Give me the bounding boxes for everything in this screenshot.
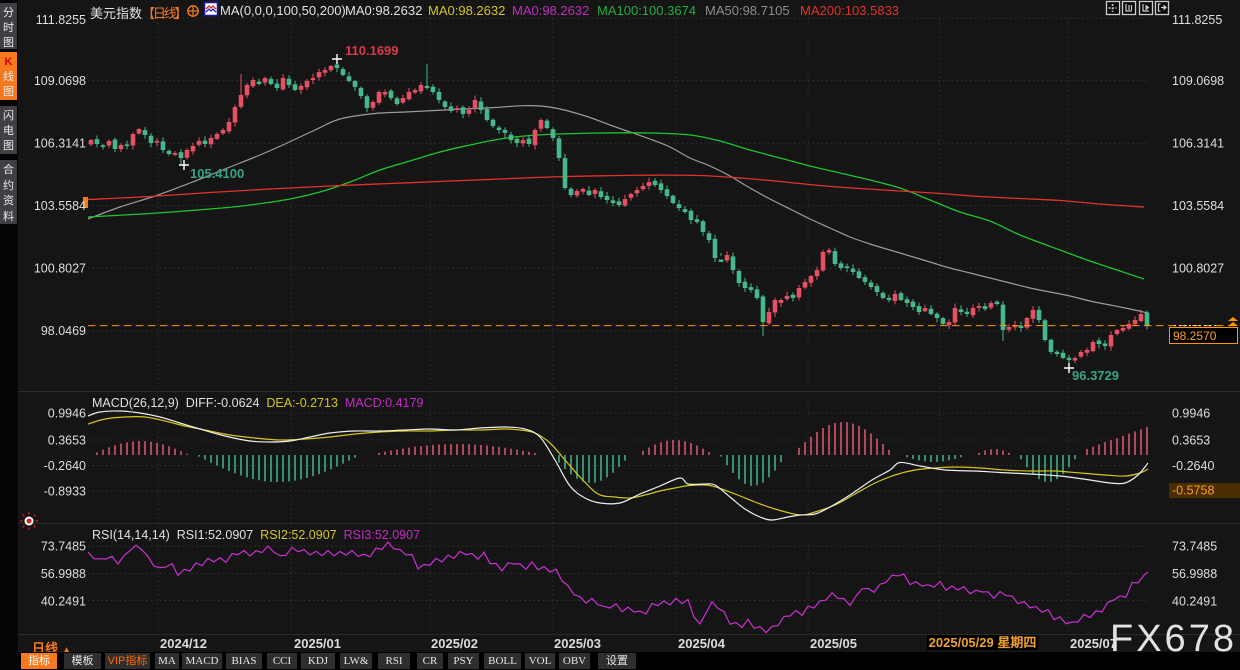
svg-text:0.3653: 0.3653 (1172, 434, 1210, 448)
svg-text:100.8027: 100.8027 (1172, 262, 1224, 276)
svg-text:-0.2640: -0.2640 (1172, 459, 1214, 473)
svg-text:109.0698: 109.0698 (1172, 74, 1224, 88)
svg-text:-0.8933: -0.8933 (44, 485, 86, 499)
svg-text:106.3141: 106.3141 (34, 137, 86, 151)
svg-text:109.0698: 109.0698 (34, 74, 86, 88)
svg-text:111.8255: 111.8255 (1172, 13, 1222, 27)
svg-text:40.2491: 40.2491 (1172, 595, 1217, 609)
svg-text:98.0469: 98.0469 (41, 324, 86, 338)
svg-text:-0.2640: -0.2640 (44, 459, 86, 473)
svg-text:103.5584: 103.5584 (1172, 199, 1224, 213)
svg-text:56.9988: 56.9988 (1172, 567, 1217, 581)
svg-text:56.9988: 56.9988 (41, 567, 86, 581)
svg-text:96.3729: 96.3729 (1072, 368, 1119, 383)
svg-text:73.7485: 73.7485 (41, 540, 86, 554)
svg-text:0.9946: 0.9946 (48, 407, 86, 421)
svg-text:73.7485: 73.7485 (1172, 540, 1217, 554)
svg-text:40.2491: 40.2491 (41, 595, 86, 609)
svg-text:0.3653: 0.3653 (48, 434, 86, 448)
svg-text:98.2570: 98.2570 (1173, 329, 1217, 343)
svg-text:100.8027: 100.8027 (34, 262, 86, 276)
svg-text:0.9946: 0.9946 (1172, 407, 1210, 421)
svg-text:-0.5758: -0.5758 (1172, 484, 1214, 498)
svg-text:103.5584: 103.5584 (34, 199, 86, 213)
svg-text:105.4100: 105.4100 (190, 166, 244, 181)
svg-text:106.3141: 106.3141 (1172, 137, 1224, 151)
svg-text:111.8255: 111.8255 (36, 13, 86, 27)
svg-text:110.1699: 110.1699 (345, 43, 399, 58)
